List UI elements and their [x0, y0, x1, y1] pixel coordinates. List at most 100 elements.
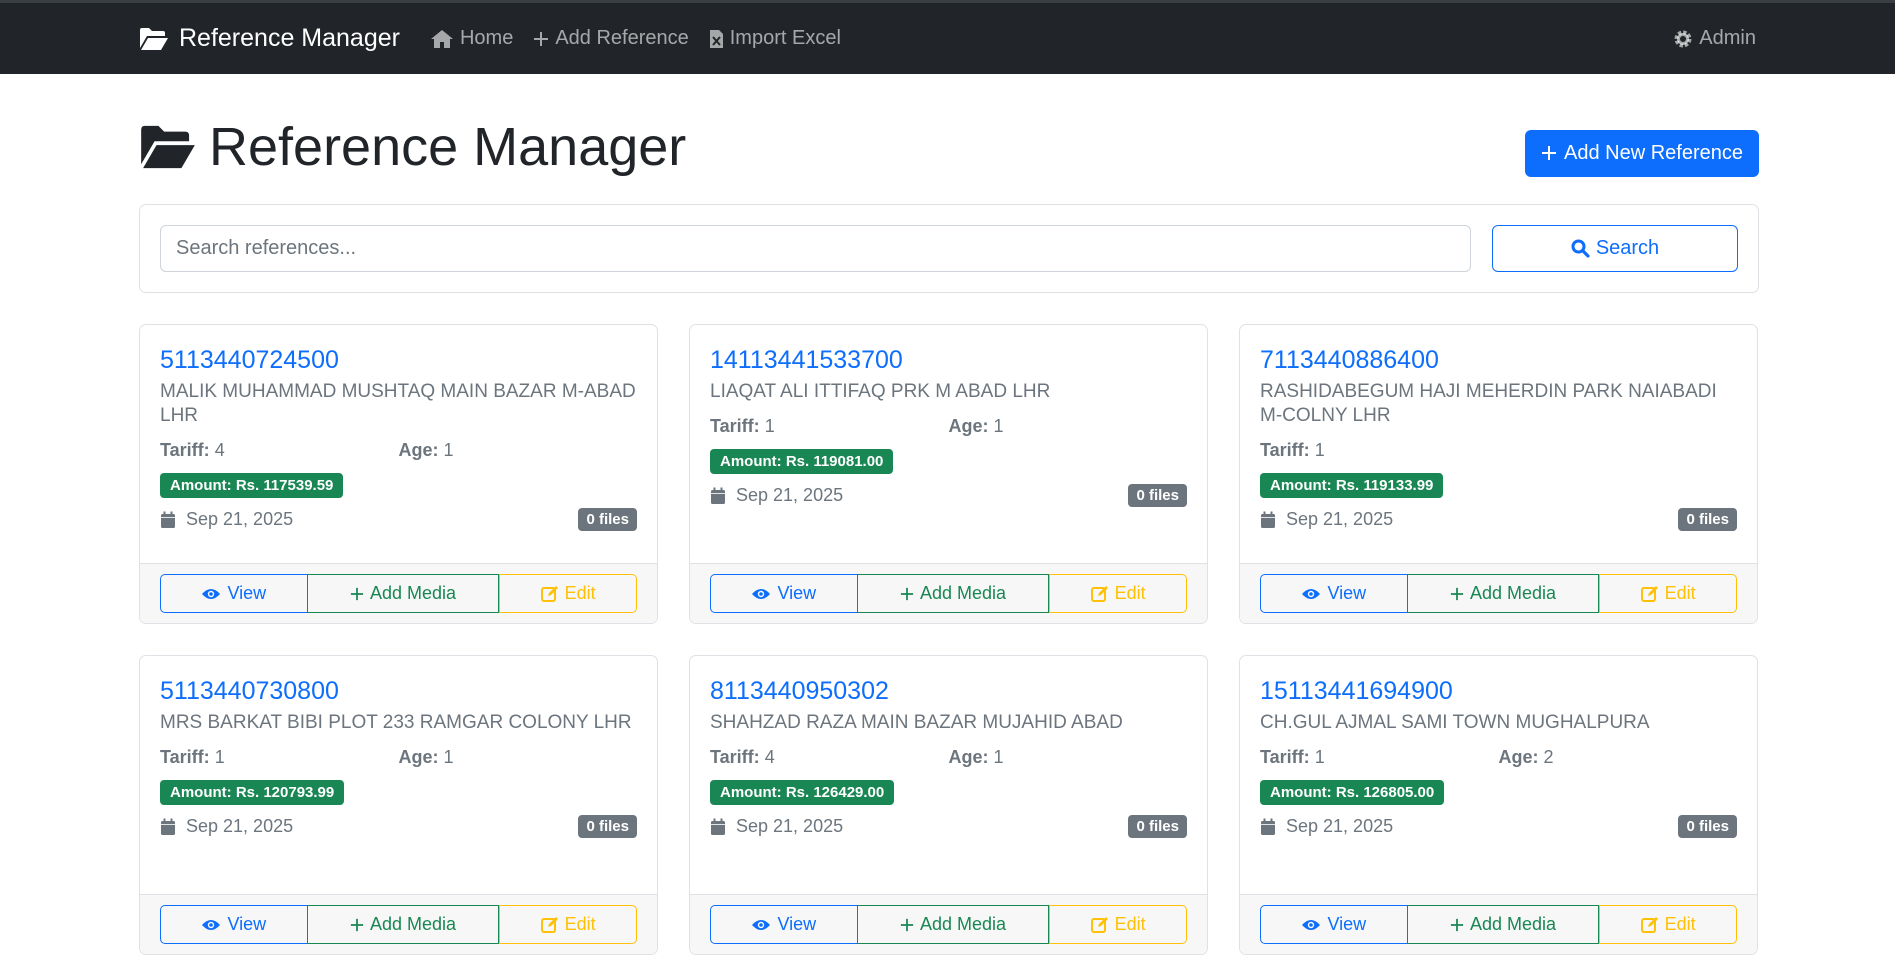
age-label: Age: — [1498, 747, 1539, 767]
edit-button[interactable]: Edit — [499, 574, 637, 613]
edit-button[interactable]: Edit — [1049, 574, 1187, 613]
reference-number[interactable]: 7113440886400 — [1260, 345, 1737, 375]
reference-number[interactable]: 15113441694900 — [1260, 676, 1737, 706]
add-media-button[interactable]: Add Media — [1407, 905, 1600, 944]
search-button[interactable]: Search — [1492, 225, 1738, 272]
plus-icon — [900, 587, 914, 601]
add-media-label: Add Media — [919, 583, 1007, 603]
tariff-field: Tariff: 1 — [710, 416, 949, 437]
date-row: Sep 21, 2025 0 files — [1260, 815, 1737, 838]
card-footer: View Add Media Edit — [1240, 894, 1757, 954]
amount-badge: Amount: Rs. 126429.00 — [710, 780, 895, 805]
folder-open-icon — [139, 124, 197, 170]
tariff-label: Tariff: — [160, 747, 210, 767]
add-new-reference-label: Add New Reference — [1564, 141, 1743, 164]
card-body: 8113440950302 SHAHZAD RAZA MAIN BAZAR MU… — [690, 656, 1207, 838]
reference-name: SHAHZAD RAZA MAIN BAZAR MUJAHID ABAD — [710, 712, 1123, 733]
reference-card: 7113440886400 RASHIDABEGUM HAJI MEHERDIN… — [1239, 324, 1758, 624]
date-value: Sep 21, 2025 — [1286, 509, 1394, 529]
reference-card: 8113440950302 SHAHZAD RAZA MAIN BAZAR MU… — [689, 655, 1208, 955]
view-button[interactable]: View — [160, 574, 308, 613]
calendar-icon — [160, 511, 176, 529]
age-value: 2 — [1543, 747, 1554, 767]
card-body: 14113441533700 LIAQAT ALI ITTIFAQ PRK M … — [690, 325, 1207, 507]
calendar-icon — [1260, 818, 1276, 836]
edit-button[interactable]: Edit — [1599, 905, 1737, 944]
nav-home[interactable]: Home — [430, 27, 513, 50]
edit-label: Edit — [1664, 914, 1696, 934]
reference-meta: Tariff: 1 Age: 1 — [160, 747, 637, 768]
add-media-label: Add Media — [1469, 583, 1557, 603]
add-media-button[interactable]: Add Media — [1407, 574, 1600, 613]
date-value: Sep 21, 2025 — [186, 816, 294, 836]
add-media-label: Add Media — [369, 583, 457, 603]
age-value: 1 — [443, 747, 454, 767]
reference-number[interactable]: 5113440730800 — [160, 676, 637, 706]
nav-import-excel[interactable]: Import Excel — [709, 27, 841, 50]
age-label: Age: — [398, 747, 439, 767]
date-row: Sep 21, 2025 0 files — [710, 484, 1187, 507]
reference-number[interactable]: 8113440950302 — [710, 676, 1187, 706]
card-body: 5113440724500 MALIK MUHAMMAD MUSHTAQ MAI… — [140, 325, 657, 531]
date-value: Sep 21, 2025 — [736, 816, 844, 836]
edit-button[interactable]: Edit — [1049, 905, 1187, 944]
brand-link[interactable]: Reference Manager — [139, 24, 400, 53]
add-media-label: Add Media — [1469, 914, 1557, 934]
date-field: Sep 21, 2025 — [710, 816, 843, 837]
eye-icon — [201, 587, 221, 601]
main-container: Reference Manager Add New Reference Sear… — [139, 74, 1759, 955]
file-excel-icon — [709, 29, 724, 49]
tariff-field: Tariff: 1 — [1260, 747, 1499, 768]
amount-badge: Amount: Rs. 119133.99 — [1260, 473, 1444, 498]
age-field: Age: 1 — [949, 416, 1188, 437]
view-button[interactable]: View — [1260, 905, 1408, 944]
tariff-label: Tariff: — [710, 416, 760, 436]
page-title: Reference Manager — [139, 116, 686, 178]
plus-icon — [1450, 918, 1464, 932]
nav-home-label: Home — [459, 27, 514, 49]
amount-badge: Amount: Rs. 117539.59 — [160, 473, 344, 498]
edit-label: Edit — [564, 914, 596, 934]
tariff-field: Tariff: 4 — [160, 440, 399, 461]
add-media-button[interactable]: Add Media — [307, 574, 500, 613]
reference-number[interactable]: 14113441533700 — [710, 345, 1187, 375]
gear-icon — [1673, 29, 1693, 49]
tariff-value: 1 — [764, 416, 775, 436]
card-footer: View Add Media Edit — [140, 894, 657, 954]
reference-number[interactable]: 5113440724500 — [160, 345, 637, 375]
plus-icon — [533, 31, 549, 47]
amount-badge: Amount: Rs. 120793.99 — [160, 780, 345, 805]
tariff-label: Tariff: — [1260, 747, 1310, 767]
add-new-reference-button[interactable]: Add New Reference — [1525, 129, 1759, 177]
nav-admin[interactable]: Admin — [1673, 27, 1756, 50]
add-media-button[interactable]: Add Media — [857, 905, 1050, 944]
nav-add-reference[interactable]: Add Reference — [533, 27, 689, 50]
view-label: View — [227, 583, 267, 603]
view-button[interactable]: View — [1260, 574, 1408, 613]
add-media-button[interactable]: Add Media — [857, 574, 1050, 613]
files-count-badge: 0 files — [1128, 815, 1187, 838]
edit-icon — [1640, 916, 1659, 934]
date-field: Sep 21, 2025 — [160, 816, 293, 837]
view-label: View — [777, 583, 817, 603]
files-count-badge: 0 files — [1128, 484, 1187, 507]
reference-name: CH.GUL AJMAL SAMI TOWN MUGHALPURA — [1260, 712, 1650, 733]
nav-import-excel-label: Import Excel — [729, 27, 841, 49]
view-button[interactable]: View — [160, 905, 308, 944]
search-input[interactable] — [160, 225, 1471, 272]
date-value: Sep 21, 2025 — [736, 485, 844, 505]
edit-button[interactable]: Edit — [499, 905, 637, 944]
reference-card: 15113441694900 CH.GUL AJMAL SAMI TOWN MU… — [1239, 655, 1758, 955]
date-value: Sep 21, 2025 — [186, 509, 294, 529]
edit-label: Edit — [564, 583, 596, 603]
eye-icon — [1301, 918, 1321, 932]
add-media-button[interactable]: Add Media — [307, 905, 500, 944]
view-button[interactable]: View — [710, 574, 858, 613]
tariff-label: Tariff: — [1260, 440, 1310, 460]
card-body: 15113441694900 CH.GUL AJMAL SAMI TOWN MU… — [1240, 656, 1757, 838]
view-button[interactable]: View — [710, 905, 858, 944]
tariff-label: Tariff: — [710, 747, 760, 767]
date-row: Sep 21, 2025 0 files — [1260, 508, 1737, 531]
edit-button[interactable]: Edit — [1599, 574, 1737, 613]
date-row: Sep 21, 2025 0 files — [160, 815, 637, 838]
